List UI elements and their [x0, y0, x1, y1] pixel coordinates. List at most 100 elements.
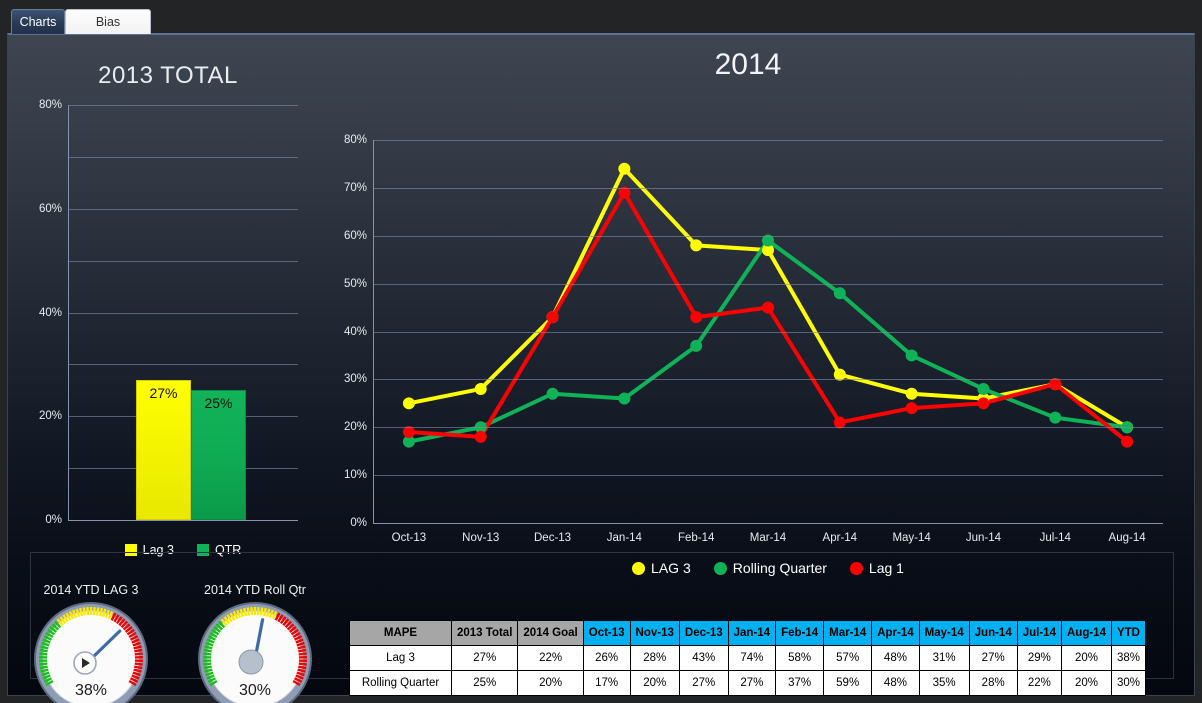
line-gridline: [373, 140, 1163, 141]
table-header-cell[interactable]: Oct-13: [583, 621, 630, 646]
line-y-tick-label: 70%: [319, 182, 367, 194]
bar-y-tick-label: 0%: [16, 514, 62, 526]
legend-label: Lag 3: [143, 543, 174, 557]
legend-swatch: [197, 544, 209, 556]
legend-label: QTR: [215, 543, 241, 557]
table-header-cell[interactable]: 2013 Total: [452, 621, 518, 646]
legend-swatch: [850, 562, 863, 575]
table-header-cell[interactable]: Feb-14: [776, 621, 824, 646]
table-row-label: Lag 3: [350, 646, 452, 671]
table-row: Lag 327%22%26%28%43%74%58%57%48%31%27%29…: [350, 646, 1146, 671]
table-header-cell[interactable]: 2014 Goal: [518, 621, 583, 646]
bar-x-axis: [68, 520, 298, 521]
table-cell: 31%: [919, 646, 969, 671]
gauge-dial[interactable]: 38%: [16, 600, 166, 703]
data-point[interactable]: [618, 163, 630, 175]
bar-y-tick-label: 20%: [16, 410, 62, 422]
data-point[interactable]: [977, 383, 989, 395]
table-header-cell[interactable]: Jan-14: [728, 621, 775, 646]
svg-text:30%: 30%: [239, 682, 271, 699]
legend-item-qtr[interactable]: QTR: [197, 543, 241, 557]
line-gridline: [373, 475, 1163, 476]
line-gridline: [373, 284, 1163, 285]
bar-qtr[interactable]: 25%: [191, 390, 246, 520]
bar-y-axis: [68, 105, 69, 520]
table-cell: 17%: [583, 671, 630, 696]
line-x-tick-label: Jul-14: [1040, 532, 1071, 544]
data-point[interactable]: [690, 239, 702, 251]
tab-charts[interactable]: Charts: [11, 9, 65, 34]
table-header-cell[interactable]: Apr-14: [872, 621, 919, 646]
table-cell: 29%: [1017, 646, 1061, 671]
table-header-cell[interactable]: Jun-14: [969, 621, 1017, 646]
legend-item-lag-1[interactable]: Lag 1: [850, 560, 904, 576]
data-point[interactable]: [475, 383, 487, 395]
table-row-label: Rolling Quarter: [350, 671, 452, 696]
data-point[interactable]: [906, 349, 918, 361]
data-point[interactable]: [977, 397, 989, 409]
line-chart-2014: 0%10%20%30%40%50%60%70%80%Oct-13Nov-13De…: [373, 140, 1163, 523]
table-cell: 20%: [1061, 671, 1111, 696]
line-y-tick-label: 30%: [319, 373, 367, 385]
gauge-ytd-lag3: 2014 YTD LAG 3 38%: [16, 583, 166, 703]
charts-panel: 2013 TOTAL 2014 0%20%40%60%80%27%25% Lag…: [7, 33, 1195, 696]
gauge-ytd-roll-qtr: 2014 YTD Roll Qtr 30%: [180, 583, 330, 703]
table-header-cell[interactable]: Mar-14: [824, 621, 872, 646]
data-point[interactable]: [834, 287, 846, 299]
data-point[interactable]: [906, 388, 918, 400]
legend-item-lag-3[interactable]: Lag 3: [125, 543, 174, 557]
table-cell: 59%: [824, 671, 872, 696]
data-point[interactable]: [547, 311, 559, 323]
table-header-cell[interactable]: Jul-14: [1017, 621, 1061, 646]
data-point[interactable]: [762, 302, 774, 314]
table-header-cell[interactable]: YTD: [1111, 621, 1145, 646]
line-gridline: [373, 236, 1163, 237]
table-header-cell[interactable]: Nov-13: [630, 621, 679, 646]
bar-gridline: [68, 313, 298, 314]
data-point[interactable]: [1049, 412, 1061, 424]
data-point[interactable]: [403, 397, 415, 409]
bar-lag-3[interactable]: 27%: [136, 380, 191, 520]
tab-bias[interactable]: Bias: [65, 9, 151, 34]
line-x-tick-label: Mar-14: [750, 532, 786, 544]
bar-value-label: 25%: [192, 395, 245, 411]
bar-gridline: [68, 364, 298, 365]
legend-label: Lag 1: [869, 560, 904, 576]
table-cell: 38%: [1111, 646, 1145, 671]
table-cell: 37%: [776, 671, 824, 696]
line-gridline: [373, 188, 1163, 189]
line-y-tick-label: 80%: [319, 134, 367, 146]
data-point[interactable]: [547, 388, 559, 400]
line-x-tick-label: May-14: [892, 532, 930, 544]
data-point[interactable]: [690, 311, 702, 323]
legend-swatch: [714, 562, 727, 575]
bar-value-label: 27%: [137, 385, 190, 401]
line-x-tick-label: Apr-14: [823, 532, 858, 544]
table-header-cell[interactable]: May-14: [919, 621, 969, 646]
legend-item-rolling-quarter[interactable]: Rolling Quarter: [714, 560, 827, 576]
left-chart-title: 2013 TOTAL: [33, 62, 303, 90]
table-header-cell[interactable]: Aug-14: [1061, 621, 1111, 646]
data-point[interactable]: [690, 340, 702, 352]
table-header-cell[interactable]: MAPE: [350, 621, 452, 646]
svg-text:38%: 38%: [75, 682, 107, 699]
gauge-title: 2014 YTD Roll Qtr: [180, 583, 330, 597]
data-point[interactable]: [1121, 436, 1133, 448]
table-cell: 27%: [969, 646, 1017, 671]
table-cell: 58%: [776, 646, 824, 671]
data-point[interactable]: [618, 393, 630, 405]
gauge-title: 2014 YTD LAG 3: [16, 583, 166, 597]
table-row: Rolling Quarter25%20%17%20%27%27%37%59%4…: [350, 671, 1146, 696]
table-header-cell[interactable]: Dec-13: [679, 621, 728, 646]
legend-swatch: [125, 544, 137, 556]
legend-item-lag-3[interactable]: LAG 3: [632, 560, 691, 576]
table-cell: 25%: [452, 671, 518, 696]
dashboard-root: Charts Bias 2013 TOTAL 2014 0%20%40%60%8…: [0, 0, 1202, 703]
bar-chart-legend: Lag 3 QTR: [68, 543, 298, 557]
line-x-tick-label: Feb-14: [678, 532, 714, 544]
data-point[interactable]: [906, 402, 918, 414]
data-point[interactable]: [475, 431, 487, 443]
gauge-dial[interactable]: 30%: [180, 600, 330, 703]
line-x-tick-label: Jun-14: [966, 532, 1001, 544]
table-header: MAPE2013 Total2014 GoalOct-13Nov-13Dec-1…: [350, 621, 1146, 646]
